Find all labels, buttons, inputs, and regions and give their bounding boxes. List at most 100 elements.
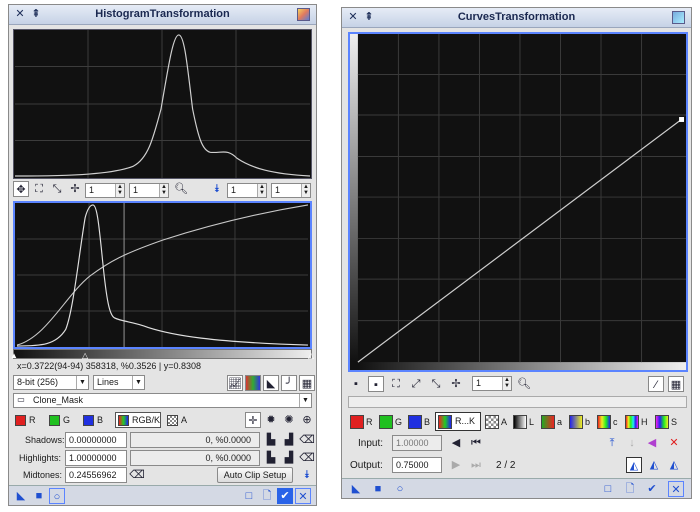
lightness-channel-swatch[interactable] [513, 415, 527, 429]
spin-arrows[interactable]: ▲ ▼ [159, 184, 168, 197]
next-point-icon[interactable]: ▶ [448, 457, 464, 473]
new-window-icon[interactable]: □ [241, 488, 257, 504]
last-point-icon[interactable]: ⏭ [468, 457, 484, 473]
blue-channel-swatch[interactable] [408, 415, 422, 429]
process-icon[interactable] [672, 11, 685, 24]
real-time-preview-icon[interactable]: ○ [392, 481, 408, 497]
akima-interpolation-icon[interactable]: ◭ [626, 457, 642, 473]
pan-icon[interactable]: ✢ [67, 181, 83, 197]
move-up-icon[interactable]: ⤒ [604, 435, 620, 451]
first-point-icon[interactable]: ⏮ [468, 435, 484, 451]
rk-channel-button[interactable]: R...K [435, 412, 481, 431]
graph-style-combo[interactable]: Lines ▼ [93, 375, 145, 390]
spin-arrows[interactable]: ▲ ▼ [257, 184, 266, 197]
resolution-combo[interactable]: 8-bit (256) ▼ [13, 375, 89, 390]
reset-highlights-icon[interactable]: ⌫ [299, 450, 315, 466]
document-icon[interactable]: 🗋︎ [259, 488, 275, 504]
process-icon[interactable] [297, 8, 310, 21]
spin-arrows[interactable]: ▲ ▼ [502, 377, 511, 390]
red-channel-swatch[interactable] [350, 415, 364, 429]
pan-icon[interactable]: ✢ [448, 376, 464, 392]
show-grid-icon[interactable]: ▦ [668, 376, 684, 392]
alpha-channel-swatch[interactable] [167, 415, 178, 426]
highlights-field[interactable]: 1.00000000 [65, 450, 127, 466]
apply-global-icon[interactable]: ■ [31, 488, 47, 504]
delete-icon[interactable]: ✕ [666, 435, 682, 451]
target-icon[interactable]: ✺ [281, 412, 297, 428]
previous-point-icon[interactable]: ◀ [448, 435, 464, 451]
highlights-handle[interactable]: △ [308, 351, 314, 360]
new-instance-icon[interactable]: ◣ [13, 488, 29, 504]
vertical-zoom-spin[interactable]: 1 ▲ ▼ [129, 183, 169, 198]
spin-arrows[interactable]: ▲ ▼ [301, 184, 310, 197]
shadows-field[interactable]: 0.00000000 [65, 432, 127, 448]
red-channel-swatch[interactable] [15, 415, 26, 426]
green-channel-swatch[interactable] [379, 415, 393, 429]
zoom-fit-icon[interactable]: ⛶ [31, 181, 47, 197]
reset-shadows-icon[interactable]: ⌫ [299, 432, 315, 448]
horizontal-zoom-spin[interactable]: 1 ▲ ▼ [85, 183, 125, 198]
zoom-icon[interactable]: 🔍︎ [516, 376, 532, 392]
zoom-out-icon[interactable]: ⤡ [49, 181, 65, 197]
shadows-handle[interactable]: ▲ [10, 351, 18, 360]
show-curve-icon[interactable]: ╯ [281, 375, 297, 391]
reset-midtones-icon[interactable]: ⌫ [129, 467, 145, 483]
linear-interpolation-icon[interactable]: ◭ [666, 457, 682, 473]
curves-graph[interactable] [348, 32, 688, 372]
spin-arrows[interactable]: ▲ ▼ [115, 184, 124, 197]
midtones-handle[interactable]: △ [82, 351, 88, 360]
edit-point-icon[interactable]: ▪ [348, 376, 364, 392]
document-icon[interactable]: 🗋︎ [622, 481, 638, 497]
saturation-channel-swatch[interactable] [655, 415, 669, 429]
rgbk-channel-button[interactable]: RGB/K [115, 412, 161, 428]
midtones-field[interactable]: 0.24556962 [65, 467, 127, 483]
clip-count-icon[interactable]: ▟ [281, 432, 297, 448]
select-point-icon[interactable]: ▪ [368, 376, 384, 392]
clip-histogram-icon[interactable]: ▙ [263, 450, 279, 466]
reset-icon[interactable]: ⊕ [299, 412, 315, 428]
show-all-curves-icon[interactable]: ⁄ [648, 376, 664, 392]
auto-clip-icon[interactable]: ⯯ [299, 467, 315, 483]
input-field[interactable]: 1.00000 [392, 435, 442, 451]
histogram-titlebar[interactable]: ✕ ⇞ HistogramTransformation [9, 5, 316, 25]
invert-icon[interactable]: ◀ [644, 435, 660, 451]
b-channel-swatch[interactable] [569, 415, 583, 429]
curves-zoom-spin[interactable]: 1 ▲ ▼ [472, 376, 512, 391]
show-grid-icon[interactable]: ▦ [299, 375, 315, 391]
gear-icon[interactable]: ✹ [263, 412, 279, 428]
zoom-fit-icon[interactable]: ⤢ [408, 376, 424, 392]
blue-channel-swatch[interactable] [83, 415, 94, 426]
real-time-preview-icon[interactable]: ○ [49, 488, 65, 504]
output-horizontal-zoom-spin[interactable]: 1 ▲ ▼ [227, 183, 267, 198]
clip-histogram-icon[interactable]: ▙ [263, 432, 279, 448]
auto-clip-setup-button[interactable]: Auto Clip Setup [217, 467, 293, 483]
curves-titlebar[interactable]: ✕ ⇞ CurvesTransformation [342, 8, 691, 28]
zoom-icon[interactable]: 🔍︎ [173, 181, 189, 197]
output-vertical-zoom-spin[interactable]: 1 ▲ ▼ [271, 183, 311, 198]
move-icon[interactable]: ✥ [13, 181, 29, 197]
output-histogram[interactable] [13, 201, 312, 349]
log-histogram-icon[interactable]: 📈︎ [227, 375, 243, 391]
apply-check-icon[interactable]: ✔ [277, 488, 293, 504]
a-channel-swatch[interactable] [541, 415, 555, 429]
zoom-out-icon[interactable]: ⤡ [428, 376, 444, 392]
crosshair-icon[interactable]: ✛ [245, 412, 261, 428]
green-channel-swatch[interactable] [49, 415, 60, 426]
show-input-icon[interactable]: ◣ [263, 375, 279, 391]
show-channels-icon[interactable] [245, 375, 261, 391]
cubic-interpolation-icon[interactable]: ◭ [646, 457, 662, 473]
clip-count-icon[interactable]: ▟ [281, 450, 297, 466]
midtones-slider[interactable]: ▲ △ △ [10, 349, 314, 360]
reset-icon[interactable]: ✕ [668, 481, 684, 497]
alpha-channel-swatch[interactable] [485, 415, 499, 429]
chroma-channel-swatch[interactable] [597, 415, 611, 429]
curve-point[interactable] [679, 117, 685, 122]
move-down-icon[interactable]: ↓ [624, 435, 640, 451]
output-field[interactable]: 0.75000 [392, 457, 442, 473]
input-histogram[interactable] [13, 29, 312, 179]
reset-icon[interactable]: ✕ [295, 488, 311, 504]
view-selector[interactable]: ▭ Clone_Mask ▼ [13, 393, 312, 408]
chevron-down-icon[interactable]: ⯯ [209, 181, 225, 197]
new-instance-icon[interactable]: ◣ [348, 481, 364, 497]
hue-channel-swatch[interactable] [625, 415, 639, 429]
